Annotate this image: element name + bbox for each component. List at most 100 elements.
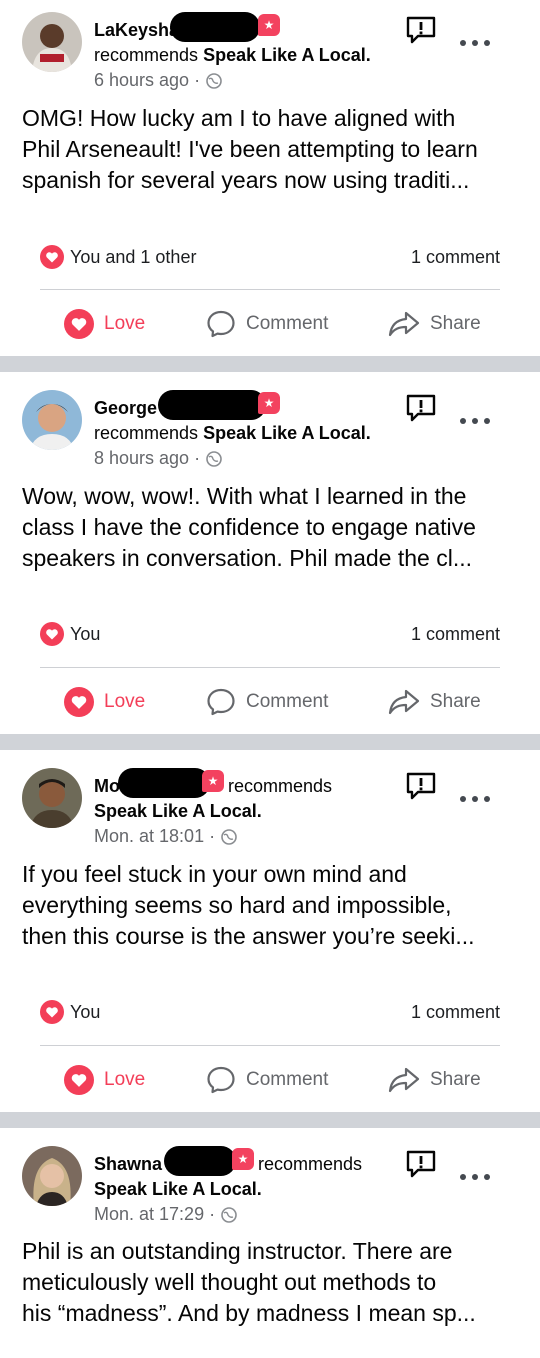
heart-reaction-icon bbox=[40, 622, 64, 646]
reaction-summary[interactable]: You bbox=[40, 622, 100, 646]
avatar[interactable] bbox=[22, 768, 82, 828]
redaction-mark bbox=[170, 12, 260, 42]
globe-icon bbox=[206, 450, 222, 467]
avatar[interactable] bbox=[22, 1146, 82, 1206]
post-text-line: If you feel stuck in your own mind and bbox=[22, 861, 407, 887]
more-options-icon[interactable] bbox=[460, 36, 490, 50]
comment-label: Comment bbox=[246, 691, 329, 712]
post-text-line: everything seems so hard and impossible, bbox=[22, 892, 452, 918]
heart-reaction-icon bbox=[40, 245, 64, 269]
author-name[interactable]: George bbox=[94, 398, 157, 418]
review-post: George ★ recommends Speak Like A Local. … bbox=[0, 372, 540, 734]
divider bbox=[40, 289, 500, 290]
author-name[interactable]: Mo bbox=[94, 776, 120, 796]
recommends-label: recommends bbox=[228, 776, 333, 796]
recommends-label: recommends bbox=[94, 423, 199, 443]
post-text-line: meticulously well thought out methods to bbox=[22, 1269, 437, 1295]
report-flag-icon[interactable] bbox=[406, 394, 436, 422]
post-text-line: Phil is an outstanding instructor. There… bbox=[22, 1238, 453, 1264]
page-link[interactable]: Speak Like A Local. bbox=[94, 801, 262, 821]
share-arrow-icon bbox=[388, 1067, 420, 1093]
more-options-icon[interactable] bbox=[460, 1170, 490, 1184]
comment-label: Comment bbox=[246, 1069, 329, 1090]
report-flag-icon[interactable] bbox=[406, 16, 436, 44]
reaction-count: You and 1 other bbox=[70, 246, 197, 267]
heart-reaction-icon bbox=[40, 1000, 64, 1024]
report-flag-icon[interactable] bbox=[406, 1150, 436, 1178]
comment-count[interactable]: 1 comment bbox=[411, 624, 500, 645]
redaction-mark bbox=[158, 390, 266, 420]
post-text-line: speakers in conversation. Phil made the … bbox=[22, 545, 473, 571]
reaction-summary[interactable]: You and 1 other bbox=[40, 245, 196, 269]
share-button[interactable]: Share bbox=[388, 1062, 481, 1098]
post-text-line: spanish for several years now using trad… bbox=[22, 167, 470, 193]
love-button[interactable]: Love bbox=[64, 684, 145, 720]
heart-reaction-icon bbox=[64, 309, 94, 339]
share-label: Share bbox=[430, 1069, 481, 1090]
review-post: LaKeysha ★ recommends Speak Like A Local… bbox=[0, 0, 540, 356]
comment-button[interactable]: Comment bbox=[206, 1062, 328, 1098]
love-label: Love bbox=[104, 691, 146, 712]
post-time[interactable]: Mon. at 17:29 bbox=[94, 1202, 204, 1227]
comment-label: Comment bbox=[246, 313, 329, 334]
share-label: Share bbox=[430, 691, 481, 712]
heart-reaction-icon bbox=[64, 1065, 94, 1095]
comment-count[interactable]: 1 comment bbox=[411, 1002, 500, 1023]
love-button[interactable]: Love bbox=[64, 306, 145, 342]
share-arrow-icon bbox=[388, 311, 420, 337]
love-label: Love bbox=[104, 1069, 146, 1090]
share-button[interactable]: Share bbox=[388, 684, 481, 720]
post-text-line: then this course is the answer you’re se… bbox=[22, 923, 475, 949]
recommendation-badge-icon: ★ bbox=[202, 770, 224, 792]
review-post: Mo ★ recommends Speak Like A Local. Mon.… bbox=[0, 750, 540, 1112]
comment-button[interactable]: Comment bbox=[206, 684, 328, 720]
review-post: Shawna ★ recommends Speak Like A Local. … bbox=[0, 1128, 540, 1358]
redaction-mark bbox=[118, 768, 210, 798]
redaction-mark bbox=[164, 1146, 236, 1176]
post-time[interactable]: Mon. at 18:01 bbox=[94, 824, 204, 849]
avatar[interactable] bbox=[22, 390, 82, 450]
post-separator bbox=[0, 734, 540, 750]
globe-icon bbox=[221, 828, 237, 845]
post-time[interactable]: 8 hours ago bbox=[94, 446, 189, 471]
post-time[interactable]: 6 hours ago bbox=[94, 68, 189, 93]
comment-count[interactable]: 1 comment bbox=[411, 247, 500, 268]
report-flag-icon[interactable] bbox=[406, 772, 436, 800]
comment-bubble-icon bbox=[207, 1066, 235, 1094]
author-name[interactable]: LaKeysha bbox=[94, 20, 179, 40]
love-label: Love bbox=[104, 313, 146, 334]
reaction-count: You bbox=[70, 623, 101, 644]
share-arrow-icon bbox=[388, 689, 420, 715]
post-separator bbox=[0, 1112, 540, 1128]
comment-bubble-icon bbox=[207, 688, 235, 716]
love-button[interactable]: Love bbox=[64, 1062, 145, 1098]
divider bbox=[40, 1045, 500, 1046]
share-label: Share bbox=[430, 313, 481, 334]
share-button[interactable]: Share bbox=[388, 306, 481, 342]
page-link[interactable]: Speak Like A Local. bbox=[203, 45, 371, 65]
reaction-count: You bbox=[70, 1001, 101, 1022]
divider bbox=[40, 667, 500, 668]
reaction-summary[interactable]: You bbox=[40, 1000, 100, 1024]
post-text-line: OMG! How lucky am I to have aligned with bbox=[22, 105, 456, 131]
page-link[interactable]: Speak Like A Local. bbox=[203, 423, 371, 443]
recommendation-badge-icon: ★ bbox=[258, 14, 280, 36]
page-link[interactable]: Speak Like A Local. bbox=[94, 1179, 262, 1199]
heart-reaction-icon bbox=[64, 687, 94, 717]
post-text-line: Wow, wow, wow!. With what I learned in t… bbox=[22, 483, 467, 509]
globe-icon bbox=[221, 1206, 237, 1223]
recommends-label: recommends bbox=[94, 45, 199, 65]
globe-icon bbox=[206, 72, 222, 89]
post-text-line: his “madness”. And by madness I mean sp.… bbox=[22, 1300, 476, 1326]
author-name[interactable]: Shawna bbox=[94, 1154, 162, 1174]
avatar[interactable] bbox=[22, 12, 82, 72]
post-text-line: class I have the confidence to engage na… bbox=[22, 514, 476, 540]
comment-button[interactable]: Comment bbox=[206, 306, 328, 342]
more-options-icon[interactable] bbox=[460, 792, 490, 806]
post-separator bbox=[0, 356, 540, 372]
comment-bubble-icon bbox=[207, 310, 235, 338]
more-options-icon[interactable] bbox=[460, 414, 490, 428]
recommends-label: recommends bbox=[258, 1154, 363, 1174]
recommendation-badge-icon: ★ bbox=[232, 1148, 254, 1170]
post-text-line: Phil Arseneault! I've been attempting to… bbox=[22, 136, 478, 162]
